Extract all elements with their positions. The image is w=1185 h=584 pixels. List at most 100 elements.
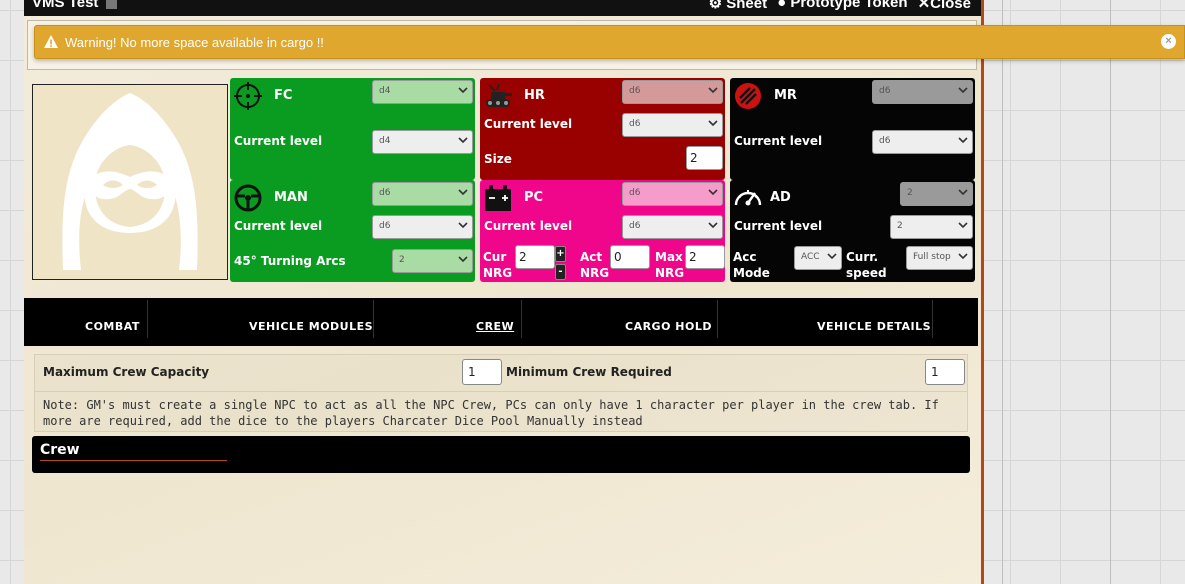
man-turning-arcs-label: 45° Turning Arcs [234,254,346,268]
sheet-button-label: Sheet [726,0,768,12]
crew-title-underline [40,460,227,461]
gear-icon: ⚙ [708,0,723,12]
man-die-select[interactable]: d6 [372,182,473,206]
cargo-warning-toast[interactable]: Warning! No more space available in carg… [34,25,1185,59]
ad-current-level-select[interactable]: 2 [890,215,973,239]
tab-combat[interactable]: COMBAT [85,320,140,333]
man-turning-arcs-value: 2 [399,255,405,265]
ad-die-select[interactable]: 2 [900,182,973,206]
crew-note: Note: GM's must create a single NPC to a… [43,398,939,428]
fc-name: FC [274,88,293,103]
chevron-down-icon [958,222,968,229]
close-button[interactable]: ✕Close [918,0,971,12]
man-current-level-select[interactable]: d6 [372,215,473,239]
mr-die-select[interactable]: d6 [872,80,973,104]
mr-stat-box: MR d6 Current level d6 [730,78,975,180]
pc-cur-nrg-minus-button[interactable]: - [555,264,566,280]
ad-name: AD [770,190,791,205]
hr-die-select[interactable]: d6 [622,80,723,104]
close-label: Close [930,0,971,12]
pc-die-select[interactable]: d6 [622,182,723,206]
vehicle-portrait[interactable] [32,84,228,280]
hr-current-level-value: d6 [629,119,641,129]
ad-curr-speed-value: Full stop [913,252,951,262]
chevron-down-icon [458,256,468,263]
hr-stat-box: HR d6 Current level d6 Size 2 [480,78,725,180]
hr-current-level-select[interactable]: d6 [622,113,723,137]
chevron-down-icon [458,137,468,144]
mr-current-level-select[interactable]: d6 [872,130,973,154]
tab-crew[interactable]: CREW [476,320,514,333]
warning-close-button[interactable]: × [1161,34,1176,49]
tank-icon [486,83,512,107]
missile-icon [735,83,761,109]
tab-divider [521,300,522,338]
hr-current-level-label: Current level [484,117,573,131]
pc-die-value: d6 [629,188,641,198]
ad-current-level-label: Current level [734,219,823,233]
man-current-level-value: d6 [379,221,391,231]
window-title: VMS Test [32,0,117,11]
mr-current-level-label: Current level [734,134,823,148]
pc-cur-nrg-label-top: Cur [483,250,507,264]
chevron-down-icon [827,253,837,260]
sheet-button[interactable]: ⚙ Sheet [709,0,767,12]
min-crew-required-input[interactable]: 1 [925,359,965,385]
crew-section-title: Crew [40,442,80,458]
man-die-value: d6 [379,188,391,198]
crew-capacity-row: Maximum Crew Capacity 1 Minimum Crew Req… [35,355,967,392]
ad-die-value: 2 [907,188,913,198]
chevron-down-icon [958,189,968,196]
pc-cur-nrg-input[interactable]: 2 [515,245,555,269]
hr-size-label: Size [484,152,512,166]
hooded-figure-icon [62,93,198,270]
crew-requirements-panel: Maximum Crew Capacity 1 Minimum Crew Req… [34,354,968,432]
min-crew-required-label: Minimum Crew Required [506,365,672,379]
pc-current-level-label: Current level [484,219,573,233]
fc-current-level-select[interactable]: d4 [372,130,473,154]
pc-cur-nrg-label-bottom: NRG [483,266,513,280]
fc-die-select[interactable]: d4 [372,80,473,104]
tab-vehicle-details[interactable]: VEHICLE DETAILS [817,320,931,333]
tab-divider [147,300,148,338]
chevron-down-icon [708,222,718,229]
chevron-down-icon [958,87,968,94]
tab-cargo-hold[interactable]: CARGO HOLD [625,320,712,333]
tab-divider [932,300,933,338]
canvas-grid-line [1002,0,1003,584]
man-turning-arcs-select[interactable]: 2 [392,249,473,273]
pc-current-level-select[interactable]: d6 [622,215,723,239]
hr-die-value: d6 [629,86,641,96]
canvas-grid-line [1110,0,1111,584]
pc-max-nrg-input[interactable]: 2 [685,245,725,269]
hr-size-input[interactable]: 2 [686,146,723,170]
max-crew-capacity-input[interactable]: 1 [462,359,502,385]
crosshair-icon [234,82,262,110]
window-titlebar[interactable]: VMS Test ⚙ Sheet ● Prototype Token ✕Clos… [24,0,981,16]
sheet-tab-bar: COMBAT VEHICLE MODULES CREW CARGO HOLD V… [24,298,978,346]
chevron-down-icon [458,222,468,229]
window-title-text: VMS Test [32,0,99,11]
tab-divider [373,300,374,338]
tab-vehicle-modules[interactable]: VEHICLE MODULES [249,320,373,333]
pc-act-nrg-input[interactable]: 0 [610,245,650,269]
pc-act-nrg-label-top: Act [580,250,603,264]
sheet-edit-icon[interactable] [105,0,117,9]
ad-acc-mode-select[interactable]: ACC [794,246,842,270]
vehicle-sheet-window: VMS Test ⚙ Sheet ● Prototype Token ✕Clos… [24,0,984,584]
close-icon: ✕ [917,0,931,12]
ad-curr-speed-label-top: Curr. [846,250,879,264]
man-stat-box: MAN d6 Current level d6 45° Turning Arcs… [230,180,475,282]
window-controls: ⚙ Sheet ● Prototype Token ✕Close [709,0,971,12]
chevron-down-icon [958,137,968,144]
fc-stat-box: FC d4 Current level d4 [230,78,475,180]
ad-curr-speed-select[interactable]: Full stop [906,246,973,270]
chevron-down-icon [708,120,718,127]
prototype-token-button[interactable]: ● Prototype Token [777,0,907,12]
ad-stat-box: AD 2 Current level 2 Acc Mode ACC Curr. … [730,180,975,282]
pc-cur-nrg-plus-button[interactable]: + [555,246,566,262]
user-circle-icon: ● [777,0,787,11]
fc-die-value: d4 [379,86,391,96]
pc-name: PC [524,190,544,205]
battery-icon [485,185,511,211]
